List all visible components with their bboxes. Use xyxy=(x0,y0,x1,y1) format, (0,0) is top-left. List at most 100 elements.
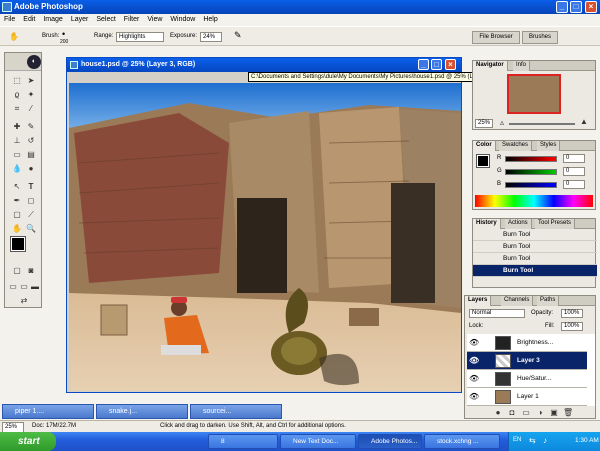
menu-image[interactable]: Image xyxy=(39,14,66,26)
burn-tool-preset-icon[interactable]: ✋ xyxy=(8,31,20,43)
zoom-in-icon[interactable]: ▲ xyxy=(579,117,589,127)
healing-brush-icon[interactable]: ✚ xyxy=(11,121,23,133)
zoom-icon[interactable]: 🔍 xyxy=(25,223,37,235)
layer-row[interactable]: 👁 Layer 1 xyxy=(467,388,587,406)
standard-mode-icon[interactable]: ▢ xyxy=(11,265,23,277)
screen-mode-full-icon[interactable]: ▬ xyxy=(29,281,41,293)
airbrush-icon[interactable]: ✎ xyxy=(234,30,242,41)
green-value[interactable]: 0 xyxy=(563,167,585,176)
crop-icon[interactable]: ⌗ xyxy=(11,103,23,115)
minimize-button[interactable]: _ xyxy=(556,1,568,13)
fill-input[interactable]: 100% xyxy=(561,322,583,331)
green-slider[interactable] xyxy=(505,169,557,175)
tray-network-icon[interactable]: ⇆ xyxy=(529,436,536,445)
menu-edit[interactable]: Edit xyxy=(19,14,39,26)
eyedropper-icon[interactable]: ⟋ xyxy=(25,209,37,221)
taskbar-button-browser[interactable]: stock.xchng ... xyxy=(424,434,500,449)
type-icon[interactable]: T xyxy=(25,181,37,193)
zoom-out-icon[interactable]: ▵ xyxy=(497,118,507,128)
tab-layers[interactable]: Layers xyxy=(465,296,492,306)
taskbar-button-folder[interactable]: 8 xyxy=(208,434,278,449)
tab-styles[interactable]: Styles xyxy=(537,141,561,151)
document-title-bar[interactable]: house1.psd @ 25% (Layer 3, RGB) _ □ × xyxy=(67,58,461,72)
hand-icon[interactable]: ✋ xyxy=(11,223,23,235)
history-item[interactable]: Burn Tool xyxy=(473,229,597,241)
layer-row[interactable]: 👁 Brightness... xyxy=(467,334,587,352)
new-layer-icon[interactable]: ▣ xyxy=(549,408,559,418)
red-value[interactable]: 0 xyxy=(563,154,585,163)
navigator-zoom-input[interactable]: 25% xyxy=(475,119,493,128)
minimized-doc-snake[interactable]: snake.j... xyxy=(96,404,188,419)
opacity-input[interactable]: 100% xyxy=(561,309,583,318)
tab-actions[interactable]: Actions xyxy=(505,219,532,229)
language-indicator[interactable]: EN xyxy=(513,437,521,443)
tab-history[interactable]: History xyxy=(473,219,501,229)
tab-tool-presets[interactable]: Tool Presets xyxy=(535,219,576,229)
adjustment-layer-icon[interactable]: ◑ xyxy=(535,408,545,418)
brush-dot-icon[interactable]: • xyxy=(62,29,65,39)
pen-icon[interactable]: ✒ xyxy=(11,195,23,207)
close-button[interactable]: × xyxy=(585,1,597,13)
menu-layer[interactable]: Layer xyxy=(67,14,93,26)
doc-minimize-button[interactable]: _ xyxy=(418,59,429,70)
zoom-slider[interactable] xyxy=(509,123,575,125)
eye-icon[interactable]: 👁 xyxy=(469,338,479,348)
layer-row[interactable]: 👁 Hue/Satur... xyxy=(467,370,587,388)
menu-window[interactable]: Window xyxy=(166,14,199,26)
menu-file[interactable]: File xyxy=(0,14,19,26)
brushes-tab[interactable]: Brushes xyxy=(522,31,558,44)
slice-icon[interactable]: ⁄ xyxy=(25,103,37,115)
eye-icon[interactable]: 👁 xyxy=(469,392,479,402)
path-selection-icon[interactable]: ↖ xyxy=(11,181,23,193)
tab-swatches[interactable]: Swatches xyxy=(499,141,533,151)
history-brush-icon[interactable]: ↺ xyxy=(25,135,37,147)
exposure-input[interactable]: 24% xyxy=(200,32,222,42)
menu-help[interactable]: Help xyxy=(199,14,221,26)
color-ramp[interactable] xyxy=(475,195,593,207)
menu-select[interactable]: Select xyxy=(92,14,119,26)
navigator-thumbnail[interactable] xyxy=(507,74,561,114)
tab-paths[interactable]: Paths xyxy=(537,296,560,306)
blue-value[interactable]: 0 xyxy=(563,180,585,189)
range-select[interactable]: Highlights xyxy=(116,32,164,42)
eraser-icon[interactable]: ▭ xyxy=(11,149,23,161)
layer-style-icon[interactable]: ● xyxy=(493,408,503,418)
lasso-icon[interactable]: ϱ xyxy=(11,89,23,101)
new-set-icon[interactable]: ▭ xyxy=(521,408,531,418)
eye-icon[interactable]: 👁 xyxy=(469,356,479,366)
status-doc-size[interactable]: Doc: 17M/22.7M xyxy=(32,422,76,431)
marquee-icon[interactable]: ⬚ xyxy=(11,75,23,87)
trash-icon[interactable]: 🗑 xyxy=(563,408,573,418)
burn-icon[interactable]: ● xyxy=(25,163,37,175)
blur-icon[interactable]: 💧 xyxy=(11,163,23,175)
tab-navigator[interactable]: Navigator xyxy=(473,61,508,71)
red-slider[interactable] xyxy=(505,156,557,162)
magic-wand-icon[interactable]: ✦ xyxy=(25,89,37,101)
blend-mode-select[interactable]: Normal xyxy=(469,309,525,318)
doc-close-button[interactable]: × xyxy=(445,59,456,70)
taskbar-button-notepad[interactable]: New Text Doc... xyxy=(280,434,356,449)
color-foreground-swatch[interactable] xyxy=(476,154,490,168)
layer-row-selected[interactable]: 👁 Layer 3 xyxy=(467,352,587,370)
eye-icon[interactable]: 👁 xyxy=(469,374,479,384)
tab-color[interactable]: Color xyxy=(473,141,496,151)
adobe-online-icon[interactable]: ◐ xyxy=(27,55,41,69)
foreground-color-swatch[interactable] xyxy=(10,236,26,252)
doc-maximize-button[interactable]: □ xyxy=(431,59,442,70)
add-mask-icon[interactable]: ◘ xyxy=(507,408,517,418)
tab-info[interactable]: Info xyxy=(513,61,531,71)
clone-stamp-icon[interactable]: ⊥ xyxy=(11,135,23,147)
minimized-doc-source[interactable]: sourcei... xyxy=(190,404,282,419)
maximize-button[interactable]: □ xyxy=(570,1,582,13)
image-canvas[interactable] xyxy=(69,83,461,391)
history-item[interactable]: Burn Tool xyxy=(473,253,597,265)
menu-view[interactable]: View xyxy=(143,14,166,26)
tray-volume-icon[interactable]: ♪ xyxy=(543,436,547,445)
gradient-icon[interactable]: ▤ xyxy=(25,149,37,161)
shape-icon[interactable]: ◻ xyxy=(25,195,37,207)
taskbar-button-photoshop[interactable]: Adobe Photos... xyxy=(358,434,422,449)
jump-to-imageready-icon[interactable]: ⇄ xyxy=(18,295,30,307)
menu-filter[interactable]: Filter xyxy=(120,14,144,26)
move-icon[interactable]: ➤ xyxy=(25,75,37,87)
tab-channels[interactable]: Channels xyxy=(501,296,534,306)
